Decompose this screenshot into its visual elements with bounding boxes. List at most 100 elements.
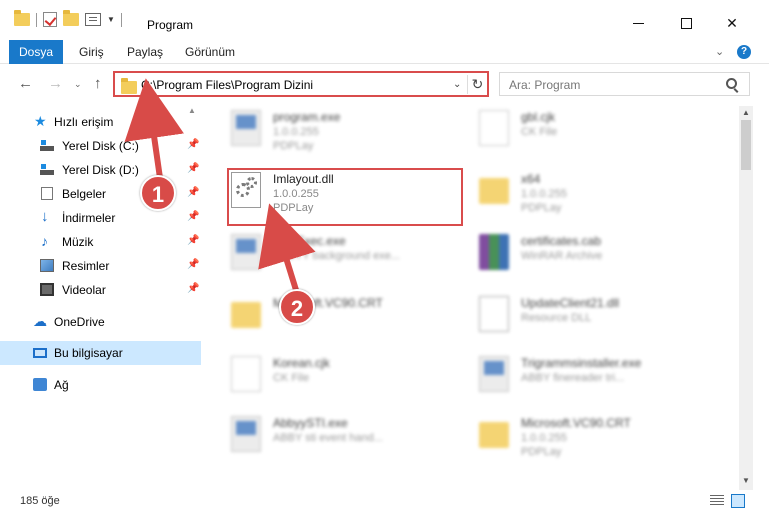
folder-icon	[479, 178, 509, 204]
address-dropdown-chevron-icon[interactable]: ⌄	[453, 79, 461, 90]
maximize-button[interactable]	[676, 13, 696, 33]
downloads-icon: ↓	[41, 208, 49, 225]
file-detail: 1.0.0.255	[273, 126, 319, 138]
properties-check-icon[interactable]	[43, 12, 57, 27]
folder-icon	[14, 10, 30, 26]
executable-file-icon	[231, 234, 261, 270]
pin-icon[interactable]: 📌	[187, 211, 199, 222]
sidebar-item-this-pc[interactable]: Bu bilgisayar	[0, 341, 201, 365]
sidebar-item-label: İndirmeler	[62, 211, 116, 225]
back-arrow-icon[interactable]: ←	[18, 75, 33, 92]
file-tile[interactable]: Trigrammsinstaller.exe ABBY finereader t…	[451, 352, 691, 406]
sidebar-item-local-disk-c[interactable]: Yerel Disk (C:) 📌	[0, 134, 201, 158]
refresh-icon[interactable]: ↻	[467, 75, 487, 94]
file-tile[interactable]: Microsoft.VC90.CRT	[203, 292, 443, 346]
tab-gorunum[interactable]: Görünüm	[185, 40, 235, 64]
status-bar: 185 öğe	[0, 490, 769, 512]
file-detail: CK File	[273, 372, 310, 384]
minimize-button[interactable]	[628, 13, 648, 33]
tab-paylas[interactable]: Paylaş	[127, 40, 163, 64]
file-tile[interactable]: x64 1.0.0.255 PDPLay	[451, 168, 691, 222]
callout-step-1: 1	[140, 175, 176, 211]
properties-icon[interactable]	[85, 13, 101, 26]
customize-toolbar-chevron-icon[interactable]: ▼	[107, 15, 115, 24]
recent-locations-chevron-icon[interactable]: ⌄	[74, 79, 82, 90]
sidebar-item-local-disk-d[interactable]: Yerel Disk (D:) 📌	[0, 158, 201, 182]
scroll-thumb[interactable]	[741, 120, 751, 170]
sidebar-item-label: Belgeler	[62, 187, 107, 201]
pin-icon[interactable]: 📌	[187, 163, 199, 174]
window-title: Program	[147, 18, 194, 32]
pin-icon[interactable]: 📌	[187, 259, 199, 270]
file-detail: 1.0.0.255	[521, 188, 567, 200]
new-folder-icon[interactable]	[63, 10, 79, 26]
file-name: x64	[521, 172, 541, 186]
file-tile[interactable]: FineExec.exe ABBYY background exe...	[203, 230, 443, 284]
sidebar-item-label: Videolar	[62, 283, 106, 297]
folder-icon	[231, 302, 261, 328]
toolbar-separator	[36, 12, 37, 27]
file-name: Trigrammsinstaller.exe	[521, 356, 642, 370]
pin-icon[interactable]: 📌	[187, 139, 199, 150]
sidebar-item-pictures[interactable]: Resimler 📌	[0, 254, 201, 278]
close-button[interactable]: ✕	[722, 13, 742, 33]
sidebar-item-onedrive[interactable]: ☁ OneDrive	[0, 310, 201, 334]
tab-dosya[interactable]: Dosya	[9, 40, 63, 64]
sidebar-item-quick-access[interactable]: ★ Hızlı erişim	[0, 110, 201, 134]
drive-icon	[40, 139, 54, 152]
this-pc-icon	[33, 348, 47, 358]
file-detail: CK File	[521, 126, 558, 138]
file-name: Microsoft.VC90.CRT	[521, 416, 631, 430]
forward-arrow-icon[interactable]: →	[48, 75, 63, 92]
sidebar-item-label: Hızlı erişim	[54, 115, 114, 129]
vertical-scrollbar[interactable]: ▲ ▼	[739, 106, 753, 490]
scroll-up-icon[interactable]: ▲	[742, 108, 750, 117]
pin-icon[interactable]: 📌	[187, 283, 199, 294]
videos-icon	[40, 283, 54, 296]
sidebar-item-network[interactable]: Ağ	[0, 373, 201, 397]
search-input[interactable]: Ara: Program	[509, 78, 580, 92]
file-tile[interactable]: UpdateClient21.dll Resource DLL	[451, 292, 691, 346]
sidebar-item-downloads[interactable]: ↓ İndirmeler 📌	[0, 206, 201, 230]
help-icon[interactable]: ?	[737, 45, 751, 59]
file-detail: PDPLay	[521, 202, 562, 214]
pin-icon[interactable]: 📌	[187, 235, 199, 246]
file-tile[interactable]: gbl.cjk CK File	[451, 106, 691, 160]
item-count: 185 öğe	[20, 495, 60, 507]
quick-access-toolbar: ▼	[14, 10, 122, 27]
sidebar-item-music[interactable]: ♪ Müzik 📌	[0, 230, 201, 254]
sidebar-item-label: Yerel Disk (C:)	[62, 139, 139, 153]
file-name: program.exe	[273, 110, 341, 124]
file-tile[interactable]: Microsoft.VC90.CRT 1.0.0.255 PDPLay	[451, 412, 691, 466]
details-view-icon[interactable]	[710, 495, 724, 507]
address-path[interactable]: C:\Program Files\Program Dizini	[141, 78, 313, 92]
pin-icon[interactable]: 📌	[187, 187, 199, 198]
file-name: AbbyySTI.exe	[273, 416, 348, 430]
callout-step-2: 2	[279, 289, 315, 325]
file-tile[interactable]: program.exe 1.0.0.255 PDPLay	[203, 106, 443, 160]
tiles-view-icon[interactable]	[731, 494, 745, 508]
file-detail: 1.0.0.255	[521, 432, 567, 444]
close-icon: ✕	[726, 14, 738, 31]
search-icon[interactable]	[726, 78, 737, 89]
scroll-down-icon[interactable]: ▼	[742, 476, 750, 485]
file-tile[interactable]: certificates.cab WinRAR Archive	[451, 230, 691, 284]
ribbon-tabs: Dosya Giriş Paylaş Görünüm ⌄ ?	[0, 40, 769, 64]
file-tile[interactable]: AbbyySTI.exe ABBY sti event hand...	[203, 412, 443, 466]
search-box[interactable]: Ara: Program	[499, 72, 750, 96]
navigation-pane: ▲ ★ Hızlı erişim Yerel Disk (C:) 📌 Yerel…	[0, 106, 203, 466]
tab-giris[interactable]: Giriş	[79, 40, 104, 64]
file-tile[interactable]: Korean.cjk CK File	[203, 352, 443, 406]
address-bar[interactable]: C:\Program Files\Program Dizini ⌄ ↻	[113, 71, 489, 97]
file-detail: Resource DLL	[521, 312, 592, 324]
file-detail: ABBYY background exe...	[273, 250, 400, 262]
file-list: program.exe 1.0.0.255 PDPLay gbl.cjk CK …	[203, 106, 739, 470]
expand-ribbon-chevron-icon[interactable]: ⌄	[715, 45, 724, 58]
music-icon: ♪	[41, 233, 48, 249]
documents-icon	[41, 187, 53, 200]
up-arrow-icon[interactable]: ↑	[94, 75, 102, 92]
sidebar-item-label: Müzik	[62, 235, 94, 249]
file-detail: PDPLay	[521, 446, 562, 458]
title-bar: ▼ Program ✕	[0, 0, 769, 40]
sidebar-item-videos[interactable]: Videolar 📌	[0, 278, 201, 302]
